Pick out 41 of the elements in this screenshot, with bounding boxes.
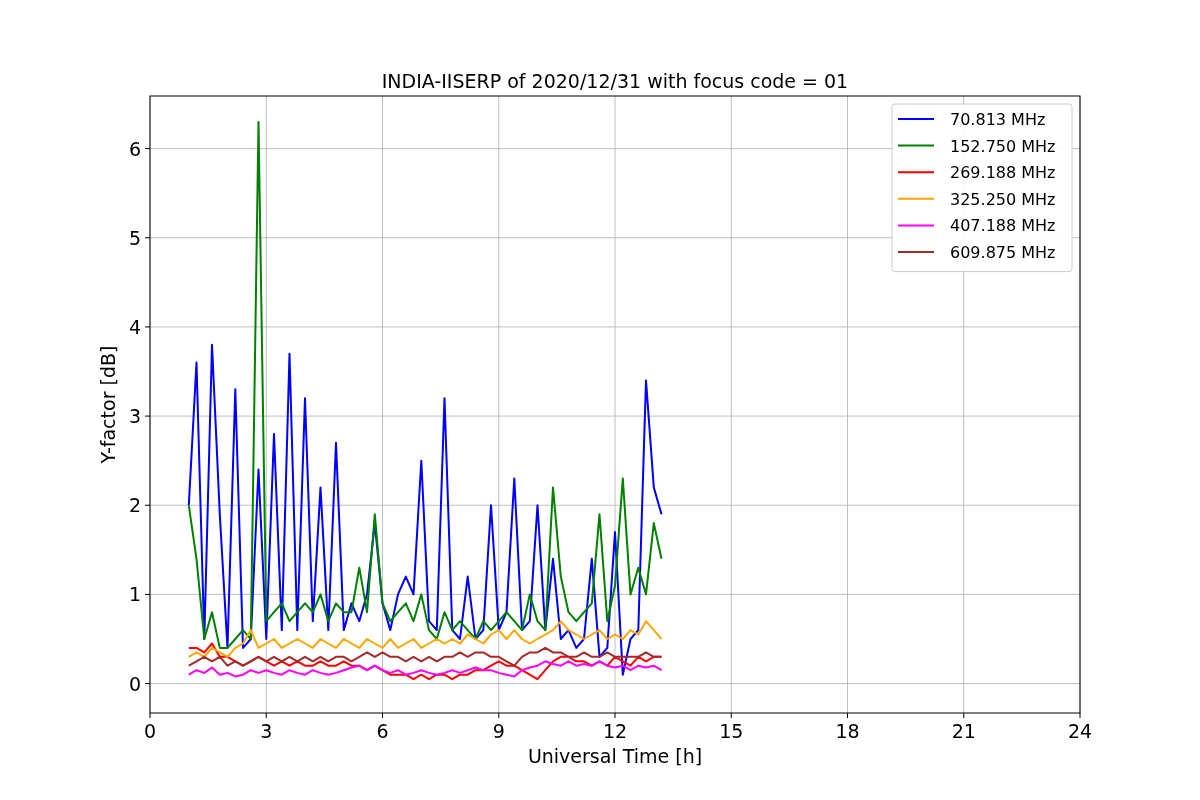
x-tick-label: 6 — [376, 720, 389, 742]
tick-mark — [963, 712, 965, 719]
x-tick-label: 21 — [951, 720, 976, 742]
tick-mark — [847, 712, 848, 719]
legend-label: 609.875 MHz — [950, 243, 1056, 262]
tick-mark — [144, 504, 151, 506]
y-tick-label: 6 — [128, 137, 141, 160]
tick-mark — [144, 593, 151, 595]
y-tick-label: 0 — [128, 672, 141, 695]
chart-title: INDIA-IISERP of 2020/12/31 with focus code = 01 — [381, 70, 849, 92]
x-tick-label: 15 — [719, 720, 744, 742]
x-tick-label: 24 — [1067, 720, 1093, 742]
x-axis-label: Universal Time [h] — [527, 745, 703, 767]
x-tick-label: 0 — [143, 720, 157, 742]
y-tick-label: 4 — [128, 315, 141, 338]
tick-mark — [382, 712, 383, 719]
y-tick-label: 2 — [128, 494, 141, 517]
tick-mark — [144, 326, 151, 328]
legend-label: 152.750 MHz — [950, 136, 1056, 156]
tick-mark — [498, 712, 500, 719]
x-tick-label: 12 — [602, 720, 628, 742]
tick-mark — [149, 712, 151, 719]
tick-mark — [730, 712, 732, 719]
tick-mark — [144, 237, 151, 239]
legend-label: 70.813 MHz — [950, 110, 1046, 129]
legend-label: 407.188 MHz — [950, 216, 1056, 236]
tick-mark — [144, 415, 151, 417]
y-tick-label: 1 — [128, 583, 141, 606]
y-tick-label: 5 — [128, 226, 141, 249]
x-tick-label: 3 — [260, 720, 273, 742]
legend-label: 325.250 MHz — [950, 189, 1056, 209]
tick-mark — [144, 148, 151, 150]
tick-mark — [265, 712, 267, 719]
tick-mark — [614, 712, 616, 719]
tick-mark — [1079, 712, 1081, 719]
y-tick-label: 3 — [128, 405, 141, 428]
tick-mark — [144, 683, 151, 685]
y-axis-label: Y-factor [dB] — [97, 345, 119, 464]
x-tick-label: 9 — [492, 720, 505, 742]
legend-label: 269.188 MHz — [950, 163, 1056, 183]
x-tick-label: 18 — [835, 720, 860, 742]
